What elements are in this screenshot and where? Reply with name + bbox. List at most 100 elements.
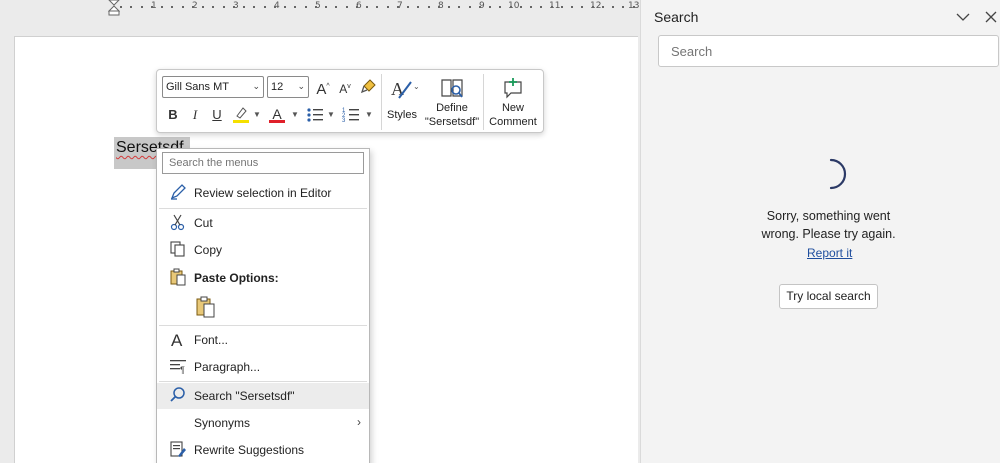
new-comment-label-line1: New bbox=[501, 102, 524, 114]
menu-item-cut[interactable]: Cut bbox=[157, 210, 369, 236]
ruler-tick bbox=[315, 6, 317, 8]
pane-title: Search bbox=[654, 9, 699, 25]
menu-item-font[interactable]: A Font... bbox=[157, 327, 369, 353]
ruler-tick bbox=[520, 6, 522, 8]
font-color-swatch bbox=[269, 120, 285, 123]
font-size-dropdown[interactable]: 12 ⌄ bbox=[267, 76, 309, 98]
highlighter-icon[interactable] bbox=[231, 104, 251, 124]
font-name-value: Gill Sans MT bbox=[166, 81, 229, 93]
menu-item-paragraph[interactable]: ¶ Paragraph... bbox=[157, 354, 369, 380]
ruler-tick bbox=[612, 6, 614, 8]
menu-item-paste-options: Paste Options: bbox=[157, 265, 369, 291]
ruler-tick bbox=[428, 6, 430, 8]
menu-item-synonyms[interactable]: Synonyms › bbox=[157, 410, 369, 436]
ruler-tick bbox=[325, 6, 327, 8]
ruler-tick bbox=[489, 6, 491, 8]
ruler-tick bbox=[212, 6, 214, 8]
menu-item-label: Copy bbox=[194, 243, 223, 257]
svg-text:A: A bbox=[171, 331, 183, 348]
chevron-down-icon[interactable]: ▼ bbox=[327, 110, 335, 119]
paste-keep-text-icon bbox=[196, 296, 215, 318]
ruler-tick bbox=[622, 6, 624, 8]
ruler-tick bbox=[417, 6, 419, 8]
ruler-tick bbox=[469, 6, 471, 8]
ruler-tick bbox=[602, 6, 604, 8]
paste-keep-text-only-button[interactable] bbox=[194, 295, 218, 319]
menu-item-rewrite-suggestions[interactable]: Rewrite Suggestions bbox=[157, 437, 369, 463]
search-pane: Search Sorry, something went wrong. Plea… bbox=[640, 0, 1000, 463]
ruler-tick bbox=[346, 6, 348, 8]
ruler-tick bbox=[151, 6, 153, 8]
ruler-tick bbox=[551, 6, 553, 8]
menu-item-label: Review selection in Editor bbox=[194, 186, 332, 200]
ruler-tick bbox=[397, 6, 399, 8]
menu-item-review-in-editor[interactable]: Review selection in Editor bbox=[157, 180, 369, 206]
grow-font-icon: A bbox=[316, 81, 327, 98]
ruler-tick bbox=[161, 6, 163, 8]
ruler-tick bbox=[581, 6, 583, 8]
ruler-tick bbox=[233, 6, 235, 8]
italic-icon: I bbox=[192, 107, 198, 122]
ruler-tick bbox=[223, 6, 225, 8]
chevron-down-icon[interactable]: ▼ bbox=[291, 110, 299, 119]
paste-icon bbox=[169, 268, 187, 286]
ruler-tick bbox=[202, 6, 204, 8]
report-it-link[interactable]: Report it bbox=[807, 246, 852, 260]
try-local-search-button[interactable]: Try local search bbox=[779, 284, 878, 309]
copy-icon bbox=[169, 240, 187, 258]
ruler-tick bbox=[407, 6, 409, 8]
menu-item-copy[interactable]: Copy bbox=[157, 237, 369, 263]
scissors-icon bbox=[169, 213, 187, 231]
ruler-tick bbox=[571, 6, 573, 8]
menu-separator bbox=[159, 325, 367, 326]
format-painter-icon[interactable] bbox=[359, 77, 379, 97]
menu-search-input[interactable] bbox=[162, 152, 364, 174]
bold-icon: B bbox=[168, 107, 178, 122]
shrink-font-button[interactable]: Av bbox=[335, 77, 355, 97]
bullets-icon[interactable] bbox=[305, 105, 325, 125]
font-name-dropdown[interactable]: Gill Sans MT ⌄ bbox=[162, 76, 264, 98]
italic-button[interactable]: I bbox=[185, 105, 205, 125]
indent-marker-icon[interactable] bbox=[108, 0, 120, 16]
chevron-down-icon[interactable] bbox=[955, 9, 971, 25]
grow-font-button[interactable]: A^ bbox=[313, 77, 333, 98]
menu-item-search[interactable]: Search "Sersetsdf" bbox=[157, 383, 369, 409]
chevron-down-icon: ⌄ bbox=[297, 81, 305, 91]
ruler-tick bbox=[284, 6, 286, 8]
ruler-tick bbox=[335, 6, 337, 8]
close-icon[interactable] bbox=[983, 9, 999, 25]
ruler-tick bbox=[387, 6, 389, 8]
horizontal-ruler[interactable]: 1 2 3 4 5 6 7 8 9 10 11 12 13 bbox=[0, 0, 640, 16]
ruler-tick bbox=[274, 6, 276, 8]
paragraph-icon: ¶ bbox=[169, 357, 187, 375]
toolbar-divider bbox=[483, 74, 484, 130]
ruler-tick bbox=[130, 6, 132, 8]
underline-button[interactable]: U bbox=[207, 105, 227, 125]
chevron-right-icon: › bbox=[357, 415, 361, 429]
context-menu: Review selection in Editor Cut Copy Past… bbox=[156, 148, 370, 463]
ruler-tick bbox=[561, 6, 563, 8]
font-color-button[interactable]: A bbox=[267, 104, 287, 124]
new-comment-button[interactable]: New Comment bbox=[487, 74, 539, 130]
define-button[interactable]: Define "Sersetsdf" bbox=[423, 74, 481, 130]
styles-button[interactable]: A ⌄ Styles bbox=[385, 74, 420, 130]
svg-text:¶: ¶ bbox=[180, 365, 185, 375]
chevron-down-icon[interactable]: ▼ bbox=[365, 110, 373, 119]
new-comment-icon bbox=[504, 78, 522, 99]
ruler-tick bbox=[530, 6, 532, 8]
ruler-tick bbox=[540, 6, 542, 8]
toolbar-divider bbox=[381, 74, 382, 130]
menu-item-label: Paste Options: bbox=[194, 271, 279, 285]
menu-item-label: Rewrite Suggestions bbox=[194, 443, 305, 457]
chevron-down-icon[interactable]: ▼ bbox=[253, 110, 261, 119]
search-icon bbox=[169, 386, 187, 404]
chevron-down-icon: ⌄ bbox=[252, 81, 260, 91]
ruler-tick bbox=[171, 6, 173, 8]
ruler-tick bbox=[438, 6, 440, 8]
ruler-tick bbox=[305, 6, 307, 8]
error-message-line: wrong. Please try again. bbox=[761, 227, 896, 241]
bold-button[interactable]: B bbox=[163, 105, 183, 125]
numbering-icon[interactable]: 1 2 3 bbox=[341, 105, 361, 125]
search-input[interactable] bbox=[658, 35, 999, 67]
underline-icon: U bbox=[212, 107, 222, 122]
